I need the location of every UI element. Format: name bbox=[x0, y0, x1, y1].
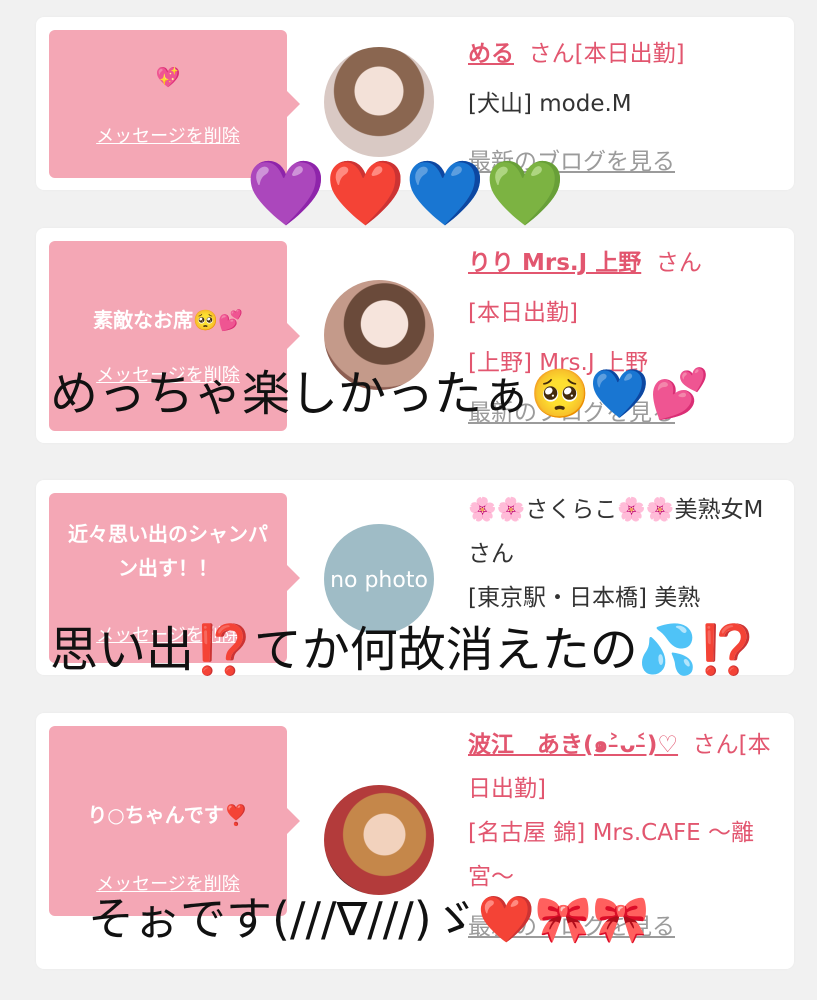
no-photo-label: no photo bbox=[330, 568, 428, 593]
shop-label: [名古屋 錦] Mrs.CAFE 〜離宮〜 bbox=[468, 820, 755, 890]
cast-name-link[interactable]: りり Mrs.J 上野 bbox=[468, 250, 641, 276]
shop-label: [東京駅・日本橋] 美熟 bbox=[468, 585, 701, 611]
message-text: 素敵なお席🥺💕 bbox=[93, 308, 243, 332]
overlay-caption-2: 思い出⁉️てか何故消えたの💦⁉️ bbox=[50, 622, 758, 678]
hearts-sticker: 💜❤️💙💚 bbox=[246, 157, 565, 231]
message-text: 💖 bbox=[155, 65, 181, 89]
cast-suffix: さん bbox=[655, 250, 702, 276]
overlay-caption-1: めっちゃ楽しかったぁ🥺💙💕 bbox=[50, 366, 710, 422]
card-info: 🌸🌸さくらこ🌸🌸美熟女Mさん [東京駅・日本橋] 美熟 bbox=[468, 488, 780, 620]
shop-label: [犬山] mode.M bbox=[468, 91, 632, 117]
status-label: [本日出勤] bbox=[468, 300, 578, 326]
delete-message-link[interactable]: メッセージを削除 bbox=[49, 122, 287, 148]
cast-name-link[interactable]: 🌸🌸さくらこ🌸🌸美熟女Mさん bbox=[468, 488, 768, 576]
message-text: り○ちゃんです❣️ bbox=[87, 803, 249, 827]
message-text: 近々思い出のシャンパン出す！！ bbox=[68, 522, 268, 580]
overlay-caption-3: そぉです(///∇///)ゞ❤️🎀🎀 bbox=[88, 892, 650, 946]
cast-name-link[interactable]: 波江 あき(๑˃̵ᴗ˂̵)♡ bbox=[468, 732, 678, 758]
cast-name-link[interactable]: める bbox=[468, 41, 514, 67]
avatar[interactable] bbox=[324, 785, 434, 895]
avatar[interactable] bbox=[324, 47, 434, 157]
cast-suffix: さん[本日出勤] bbox=[528, 41, 685, 67]
